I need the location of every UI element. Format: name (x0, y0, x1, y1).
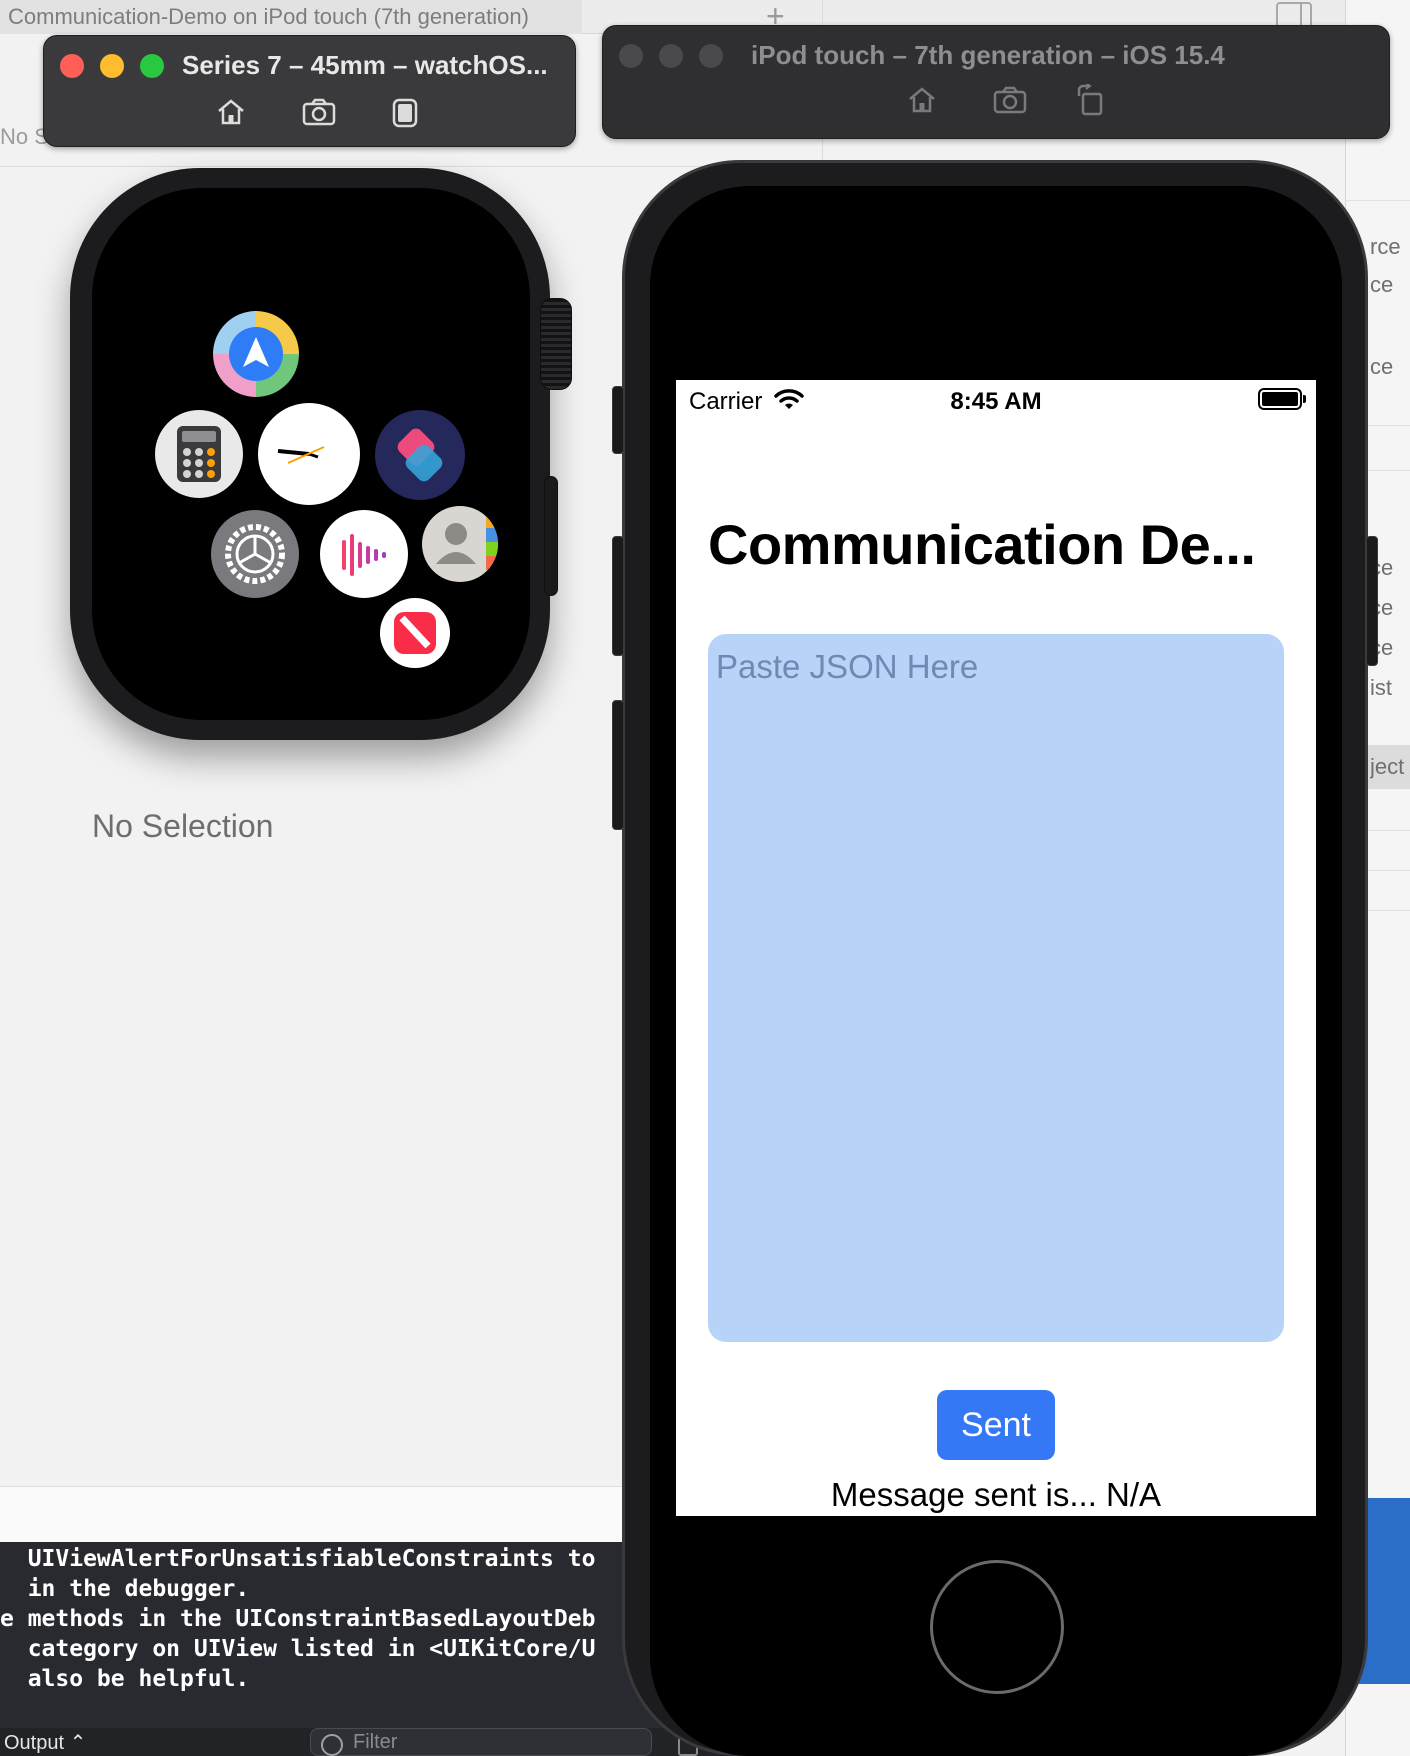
close-button[interactable] (619, 44, 643, 68)
settings-app-icon[interactable] (211, 510, 299, 598)
watch-side-button[interactable] (544, 476, 558, 596)
news-app-icon[interactable] (380, 598, 450, 668)
send-button[interactable]: Sent (937, 1390, 1055, 1460)
debug-bar (0, 1486, 625, 1542)
power-button[interactable] (1366, 536, 1378, 666)
screenshot-icon[interactable] (993, 86, 1027, 119)
volume-down-button[interactable] (612, 700, 624, 830)
rotate-icon[interactable] (1075, 82, 1105, 121)
maps-app-icon[interactable] (213, 311, 299, 397)
inspector-item[interactable]: ject (1370, 754, 1410, 780)
watch-simulator-toolbar: Series 7 – 45mm – watchOS... (43, 35, 576, 147)
json-input[interactable] (708, 634, 1284, 1342)
filter-icon (321, 1734, 343, 1756)
filter-placeholder: Filter (353, 1731, 398, 1753)
inspector-item[interactable]: ce (1370, 354, 1410, 380)
home-button[interactable] (930, 1560, 1064, 1694)
rotate-icon[interactable] (392, 98, 418, 133)
mute-switch[interactable] (612, 386, 624, 454)
ipod-screen: Carrier 8:45 AM Communication De... Sent… (676, 380, 1316, 1516)
home-icon[interactable] (216, 98, 246, 131)
watch-simulator-title: Series 7 – 45mm – watchOS... (182, 50, 548, 80)
close-button[interactable] (60, 54, 84, 78)
inspector-item[interactable]: ce (1370, 272, 1410, 298)
calculator-app-icon[interactable] (155, 410, 243, 498)
xcode-tab-active[interactable]: Communication-Demo on iPod touch (7th ge… (0, 0, 582, 34)
contacts-app-icon[interactable] (422, 506, 498, 582)
clock-app-icon[interactable] (258, 403, 360, 505)
shortcuts-app-icon[interactable] (375, 410, 465, 500)
minimize-button[interactable] (100, 54, 124, 78)
ipod-simulator-toolbar: iPod touch – 7th generation – iOS 15.4 (602, 25, 1390, 139)
console-filter-field[interactable]: Filter (310, 1728, 652, 1756)
battery-icon (1258, 388, 1306, 410)
zoom-button[interactable] (140, 54, 164, 78)
zoom-button[interactable] (699, 44, 723, 68)
inspector-item[interactable]: rce (1370, 234, 1410, 260)
inspector-item[interactable]: ist (1370, 675, 1410, 701)
volume-up-button[interactable] (612, 536, 624, 656)
minimize-button[interactable] (659, 44, 683, 68)
output-selector[interactable]: Output ⌃ (4, 1730, 86, 1755)
digital-crown[interactable] (540, 298, 572, 390)
status-bar: Carrier 8:45 AM (676, 380, 1316, 424)
inspector-divider (1346, 200, 1410, 201)
home-icon[interactable] (907, 86, 937, 119)
status-message: Message sent is... N/A (830, 1476, 1162, 1513)
voice-memos-app-icon[interactable] (320, 510, 408, 598)
screenshot-icon[interactable] (302, 98, 336, 131)
page-title: Communication De... (708, 513, 1256, 576)
status-time: 8:45 AM (950, 388, 1042, 415)
ipod-simulator-title: iPod touch – 7th generation – iOS 15.4 (751, 40, 1225, 70)
no-selection-label: No Selection (92, 808, 274, 844)
